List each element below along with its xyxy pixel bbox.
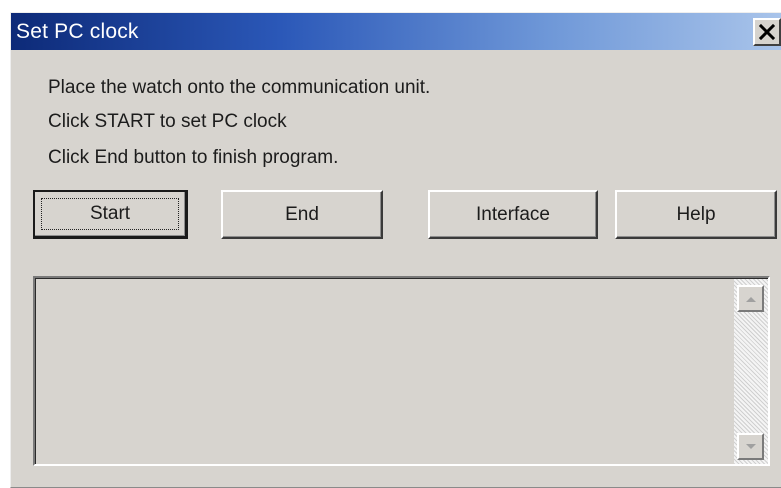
start-button-label: Start <box>89 203 131 224</box>
start-button[interactable]: Start <box>33 190 188 239</box>
vertical-scrollbar[interactable] <box>734 279 768 464</box>
output-text-area[interactable] <box>33 276 770 466</box>
help-button[interactable]: Help <box>615 190 777 239</box>
end-button[interactable]: End <box>221 190 383 239</box>
instruction-line-1: Place the watch onto the communication u… <box>48 77 431 98</box>
close-icon <box>759 24 775 40</box>
close-button[interactable] <box>753 18 781 46</box>
window-title: Set PC clock <box>16 20 139 43</box>
scroll-down-button[interactable] <box>737 433 764 460</box>
scroll-down-arrow-icon <box>745 443 756 449</box>
end-button-label: End <box>285 203 319 225</box>
scroll-up-arrow-icon <box>745 296 756 302</box>
instruction-line-3: Click End button to finish program. <box>48 147 339 168</box>
focus-rectangle: Start <box>41 198 179 230</box>
set-pc-clock-dialog: Set PC clock Place the watch onto the co… <box>10 12 781 488</box>
interface-button[interactable]: Interface <box>428 190 598 239</box>
help-button-label: Help <box>676 203 716 225</box>
scroll-up-button[interactable] <box>737 285 764 312</box>
title-bar[interactable]: Set PC clock <box>11 13 781 50</box>
instruction-line-2: Click START to set PC clock <box>48 111 287 132</box>
interface-button-label: Interface <box>476 203 550 225</box>
